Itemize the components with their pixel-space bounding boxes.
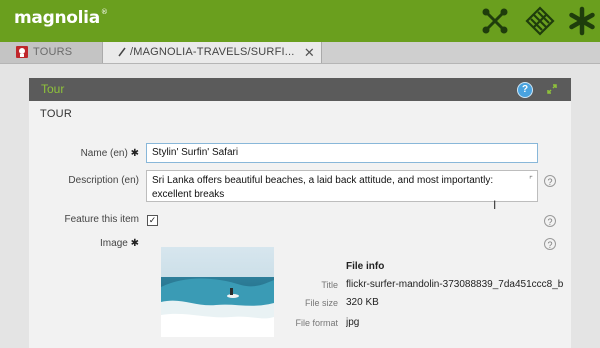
file-format-value: jpg xyxy=(346,317,360,328)
description-help-icon[interactable]: ? xyxy=(544,175,556,187)
feature-checkbox[interactable]: ✓ xyxy=(147,215,158,226)
tab-surfin-editor[interactable]: /MAGNOLIA-TRAVELS/SURFI... ✕ xyxy=(103,42,322,63)
file-title-value: flickr-surfer-mandolin-373088839_7da451c… xyxy=(346,279,564,290)
image-help-icon[interactable]: ? xyxy=(544,238,556,250)
tours-app-icon xyxy=(16,46,28,58)
name-field[interactable]: Stylin' Surfin' Safari xyxy=(146,143,538,163)
required-icon: ✱ xyxy=(130,238,139,249)
name-label: Name (en) ✱ xyxy=(80,148,139,159)
editor-panel: Tour ? TOUR Name (en) ✱ Stylin' Surfin' … xyxy=(29,78,571,348)
surfer-image-thumbnail[interactable] xyxy=(161,247,274,337)
resize-handle-icon[interactable]: ⌜ xyxy=(529,173,533,187)
description-label: Description (en) xyxy=(68,175,139,186)
tab-tours-label: TOURS xyxy=(33,46,73,58)
description-field[interactable]: Sri Lanka offers beautiful beaches, a la… xyxy=(146,170,538,202)
required-icon: ✱ xyxy=(130,148,139,159)
favorites-asterisk-icon[interactable] xyxy=(567,6,597,36)
app-header: magnolia® xyxy=(0,0,600,42)
file-format-label: File format xyxy=(295,318,338,328)
feature-label: Feature this item xyxy=(64,214,139,225)
pulse-diamond-icon[interactable] xyxy=(525,6,555,36)
panel-title: Tour xyxy=(41,82,65,96)
panel-header: Tour ? xyxy=(29,78,571,101)
file-title-label: Title xyxy=(321,280,338,290)
edit-pencil-icon xyxy=(118,47,126,57)
file-size-value: 320 KB xyxy=(346,297,379,308)
tab-tours[interactable]: TOURS xyxy=(0,42,103,63)
text-cursor-icon: I xyxy=(493,198,497,212)
tab-bar: TOURS /MAGNOLIA-TRAVELS/SURFI... ✕ xyxy=(0,42,600,64)
close-tab-icon[interactable]: ✕ xyxy=(304,42,315,63)
file-info-title: File info xyxy=(346,261,385,272)
feature-help-icon[interactable]: ? xyxy=(544,215,556,227)
section-title: TOUR xyxy=(40,108,73,120)
description-text: Sri Lanka offers beautiful beaches, a la… xyxy=(152,175,494,200)
apps-crossed-icon[interactable] xyxy=(480,6,510,36)
file-size-label: File size xyxy=(304,298,338,308)
help-icon[interactable]: ? xyxy=(517,82,533,98)
image-label: Image ✱ xyxy=(100,238,139,249)
tab-editor-label: /MAGNOLIA-TRAVELS/SURFI... xyxy=(130,46,295,58)
magnolia-logo[interactable]: magnolia® xyxy=(14,8,108,28)
expand-icon[interactable] xyxy=(547,84,557,94)
